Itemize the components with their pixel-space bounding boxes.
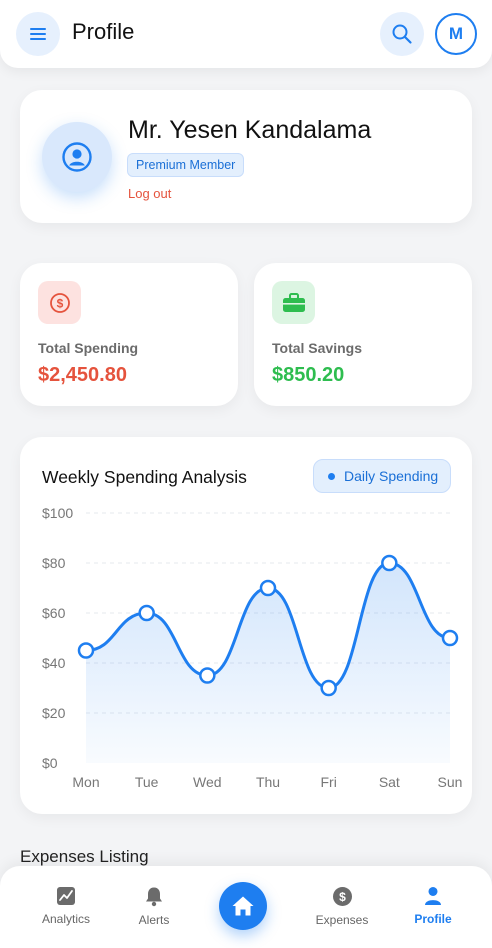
nav-profile[interactable]: Profile: [393, 886, 473, 926]
x-tick-label: Mon: [72, 774, 99, 790]
dollar-icon: $: [49, 292, 70, 313]
total-savings-value: $850.20: [272, 364, 345, 386]
nav-alerts[interactable]: Alerts: [114, 886, 194, 927]
total-spending-card: $ Total Spending $2,450.80: [20, 263, 238, 406]
hamburger-icon: [30, 28, 46, 40]
savings-icon-tile: [272, 281, 315, 324]
y-tick-label: $20: [42, 705, 66, 721]
svg-text:$: $: [56, 296, 63, 310]
total-spending-label: Total Spending: [38, 340, 139, 356]
data-point: [320, 679, 337, 697]
briefcase-icon: [282, 292, 305, 312]
search-icon: [392, 24, 412, 44]
y-tick-label: $100: [42, 505, 73, 521]
x-tick-label: Wed: [193, 774, 222, 790]
y-tick-label: $40: [42, 655, 66, 671]
nav-analytics-label: Analytics: [41, 912, 91, 926]
data-point: [259, 579, 277, 597]
x-tick-label: Thu: [256, 774, 280, 790]
home-button[interactable]: [219, 882, 267, 930]
x-tick-label: Fri: [321, 774, 337, 790]
data-point: [77, 642, 95, 659]
user-icon: [425, 887, 441, 905]
spending-chart-card: Weekly Spending Analysis Daily Spending …: [20, 437, 472, 814]
logout-link[interactable]: Log out: [128, 186, 171, 201]
x-tick-label: Sat: [379, 774, 400, 790]
y-tick-label: $80: [42, 555, 66, 571]
data-point: [138, 604, 155, 622]
bell-icon: [146, 887, 162, 907]
page-title: Profile: [72, 19, 135, 44]
user-circle-icon: [62, 142, 92, 172]
y-tick-label: $0: [42, 755, 58, 771]
user-avatar-button[interactable]: M: [435, 13, 477, 55]
nav-analytics[interactable]: Analytics: [26, 886, 106, 926]
nav-profile-label: Profile: [414, 912, 452, 926]
dollar-circle-icon: $: [332, 887, 352, 906]
profile-card: Mr. Yesen Kandalama Premium Member Log o…: [20, 90, 472, 223]
search-button[interactable]: [380, 12, 424, 56]
total-savings-card: Total Savings $850.20: [254, 263, 472, 406]
profile-name: Mr. Yesen Kandalama: [128, 116, 372, 144]
avatar: [42, 122, 112, 192]
data-point: [199, 667, 216, 684]
spending-line-chart: $0 $20 $40 $60 $80 $100 Mon Tue Wed Thu Fri Sat Sun: [42, 505, 463, 790]
total-spending-value: $2,450.80: [38, 364, 127, 386]
data-point: [381, 554, 398, 572]
bottom-navigation: Analytics Alerts $ Expenses Profile: [0, 866, 492, 948]
svg-text:$: $: [339, 890, 346, 904]
status-badge: Premium Member: [127, 153, 245, 177]
y-tick-label: $60: [42, 605, 66, 621]
home-icon: [232, 896, 254, 916]
x-tick-label: Sun: [438, 774, 463, 790]
analytics-icon: [57, 887, 75, 905]
nav-expenses-label: Expenses: [315, 913, 369, 927]
nav-alerts-label: Alerts: [138, 913, 170, 927]
data-point: [441, 629, 459, 647]
expenses-listing-title: Expenses Listing: [20, 847, 149, 866]
top-app-bar: Profile M: [0, 0, 492, 68]
menu-button[interactable]: [16, 12, 60, 56]
x-tick-label: Tue: [135, 774, 159, 790]
spending-icon-tile: $: [38, 281, 81, 324]
nav-expenses[interactable]: $ Expenses: [302, 886, 382, 927]
total-savings-label: Total Savings: [272, 340, 362, 356]
